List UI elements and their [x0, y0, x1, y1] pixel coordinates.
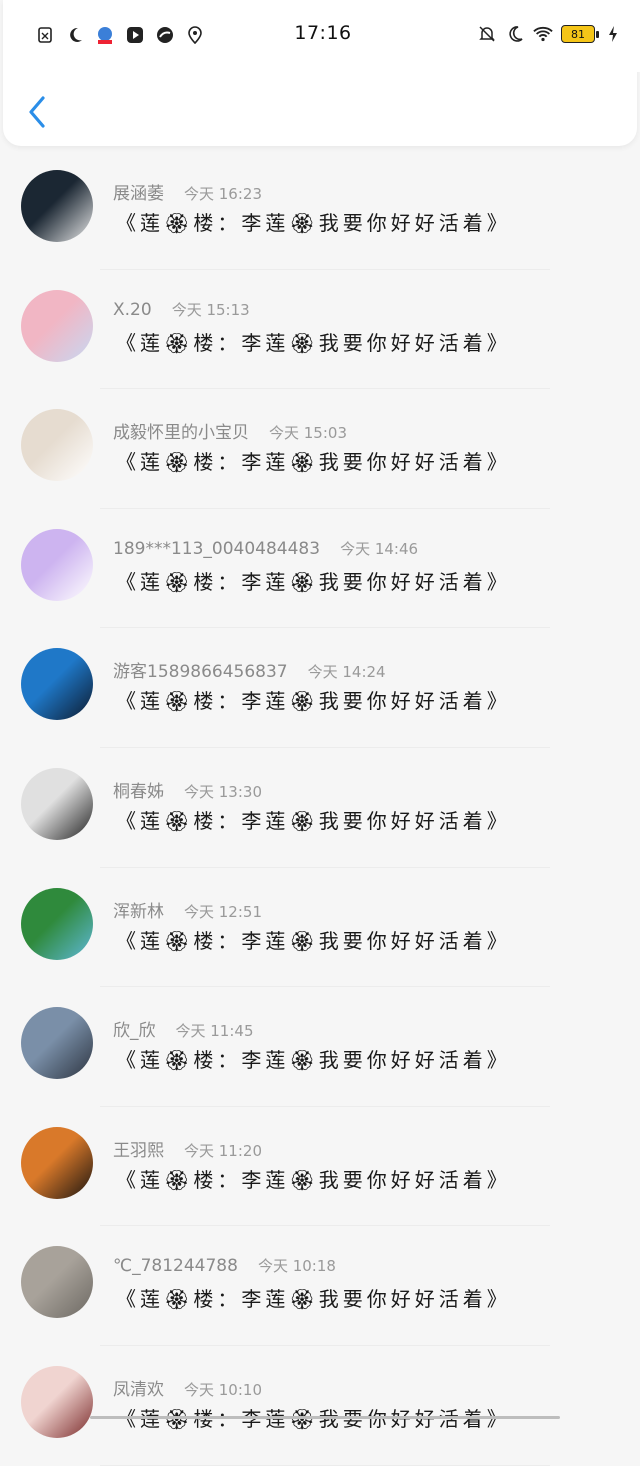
comment-meta: 欣_欣 今天 11:45 — [113, 1016, 254, 1041]
username[interactable]: 欣_欣 — [113, 1016, 156, 1041]
username[interactable]: 王羽熙 — [113, 1136, 164, 1161]
comment-text: 《莲🏵楼：李莲🏵我要你好好活着》 — [116, 689, 511, 714]
comment-item[interactable]: 桐春姊 今天 13:30 《莲🏵楼：李莲🏵我要你好好活着》 — [0, 748, 640, 868]
avatar[interactable] — [21, 648, 93, 721]
comment-time: 今天 10:10 — [184, 1380, 262, 1399]
bell-off-icon — [477, 24, 497, 44]
charging-icon — [603, 24, 623, 44]
avatar[interactable] — [21, 767, 93, 840]
comment-meta: 浑新林 今天 12:51 — [113, 897, 262, 922]
comment-text: 《莲🏵楼：李莲🏵我要你好好活着》 — [116, 1048, 511, 1073]
comment-text: 《莲🏵楼：李莲🏵我要你好好活着》 — [116, 1167, 511, 1192]
avatar[interactable] — [21, 1246, 93, 1319]
comment-time: 今天 15:13 — [171, 300, 250, 319]
comment-time: 今天 11:45 — [175, 1022, 254, 1041]
comment-meta: 成毅怀里的小宝贝 今天 15:03 — [113, 418, 347, 443]
status-bar: 17:16 81 — [3, 0, 640, 72]
comment-meta: ℃_781244788 今天 10:18 — [113, 1255, 336, 1276]
avatar[interactable] — [21, 170, 93, 242]
username[interactable]: 桐春姊 — [113, 777, 164, 802]
comment-text: 《莲🏵楼：李莲🏵我要你好好活着》 — [116, 808, 511, 833]
comment-time: 今天 10:18 — [257, 1257, 336, 1276]
avatar[interactable] — [21, 289, 93, 362]
username[interactable]: X.20 — [113, 300, 152, 320]
username[interactable]: 浑新林 — [113, 897, 164, 922]
avatar[interactable] — [21, 409, 93, 482]
status-right-icons: 81 — [477, 24, 623, 44]
comment-item[interactable]: 凤清欢今天 10:10《莲🏵楼：李莲🏵我要你好好活着》 — [0, 1346, 640, 1466]
battery-indicator: 81 — [561, 25, 599, 43]
chevron-left-icon — [29, 96, 45, 128]
scroll-indicator — [90, 1416, 560, 1419]
comment-time: 今天 11:20 — [184, 1141, 262, 1160]
comment-text: 《莲🏵楼：李莲🏵我要你好好活着》 — [116, 330, 511, 355]
comment-meta: 展涵萎 今天 16:23 — [113, 179, 262, 204]
username[interactable]: 展涵萎 — [113, 179, 164, 204]
moon-icon — [505, 24, 525, 44]
comment-meta: X.20 今天 15:13 — [113, 299, 250, 320]
comment-time: 今天 15:03 — [269, 424, 347, 443]
username[interactable]: ℃_781244788 — [113, 1256, 238, 1276]
comment-meta: 王羽熙 今天 11:20 — [113, 1136, 262, 1161]
comment-item[interactable]: 欣_欣 今天 11:45 《莲🏵楼：李莲🏵我要你好好活着》 — [0, 987, 640, 1107]
comment-time: 今天 14:24 — [307, 663, 386, 682]
comment-meta: 桐春姊 今天 13:30 — [113, 777, 262, 802]
comment-meta: 凤清欢 今天 10:10 — [113, 1375, 262, 1400]
avatar[interactable] — [21, 1007, 93, 1080]
comment-list: 展涵萎 今天 16:23 《莲🏵楼：李莲🏵我要你好好活着》 X.20 今天 15:13 《… — [0, 150, 640, 1466]
comment-time: 今天 12:51 — [184, 902, 262, 921]
comment-time: 今天 14:46 — [340, 539, 419, 558]
comment-text: 《莲🏵楼：李莲🏵我要你好好活着》 — [116, 569, 511, 594]
comment-text: 《莲🏵楼：李莲🏵我要你好好活着》 — [116, 928, 511, 953]
back-button[interactable] — [23, 92, 53, 132]
wifi-icon — [533, 24, 553, 44]
comment-item[interactable]: X.20 今天 15:13 《莲🏵楼：李莲🏵我要你好好活着》 — [0, 270, 640, 390]
comment-text: 《莲🏵楼：李莲🏵我要你好好活着》 — [116, 211, 511, 235]
comment-meta: 189***113_0040484483 今天 14:46 — [113, 538, 418, 559]
divider — [100, 1464, 550, 1466]
username[interactable]: 游客1589866456837 — [113, 657, 288, 682]
comment-time: 今天 13:30 — [184, 782, 262, 801]
avatar[interactable] — [21, 1365, 93, 1438]
avatar[interactable] — [21, 1126, 93, 1199]
comment-text: 《莲🏵楼：李莲🏵我要你好好活着》 — [116, 1287, 511, 1312]
comment-time: 今天 16:23 — [184, 185, 262, 203]
comment-item[interactable]: 浑新林 今天 12:51 《莲🏵楼：李莲🏵我要你好好活着》 — [0, 868, 640, 988]
comment-item[interactable]: 展涵萎 今天 16:23 《莲🏵楼：李莲🏵我要你好好活着》 — [0, 150, 640, 270]
username[interactable]: 凤清欢 — [113, 1375, 164, 1400]
top-header: 17:16 81 — [3, 0, 640, 146]
comment-item[interactable]: ℃_781244788 今天 10:18 《莲🏵楼：李莲🏵我要你好好活着》 — [0, 1226, 640, 1346]
comment-item[interactable]: 王羽熙 今天 11:20 《莲🏵楼：李莲🏵我要你好好活着》 — [0, 1107, 640, 1227]
avatar[interactable] — [21, 887, 93, 960]
username[interactable]: 189***113_0040484483 — [113, 539, 320, 559]
comment-item[interactable]: 189***113_0040484483 今天 14:46 《莲🏵楼：李莲🏵我要你好… — [0, 509, 640, 629]
comment-meta: 游客1589866456837 今天 14:24 — [113, 657, 386, 682]
comment-item[interactable]: 游客1589866456837 今天 14:24 《莲🏵楼：李莲🏵我要你好好活着》 — [0, 628, 640, 748]
comment-text: 《莲🏵楼：李莲🏵我要你好好活着》 — [116, 450, 511, 475]
comment-item[interactable]: 成毅怀里的小宝贝 今天 15:03 《莲🏵楼：李莲🏵我要你好好活着》 — [0, 389, 640, 509]
username[interactable]: 成毅怀里的小宝贝 — [113, 418, 249, 443]
avatar[interactable] — [21, 528, 93, 601]
